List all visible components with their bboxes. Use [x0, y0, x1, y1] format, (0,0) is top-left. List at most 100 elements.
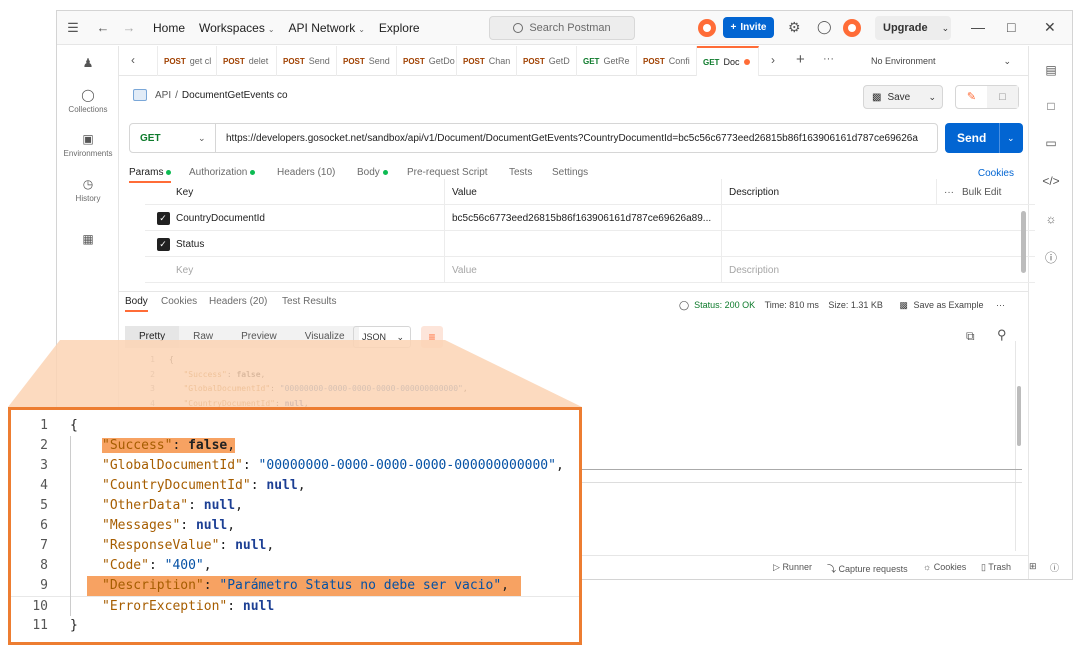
tab-response-body[interactable]: Body — [125, 296, 148, 312]
tab-request-8[interactable]: GET GetRe — [577, 46, 637, 76]
param-value[interactable]: bc5c56c6773eed26815b86f163906161d787ce69… — [445, 205, 722, 231]
search-icon[interactable]: ⚲ — [997, 327, 1007, 343]
code-icon[interactable]: </> — [1029, 174, 1072, 188]
tab-request-2[interactable]: POST delet — [217, 46, 277, 76]
view-preview[interactable]: Preview — [227, 326, 291, 348]
sidebar-item-history[interactable]: ◷ History — [57, 177, 119, 203]
nav-workspaces[interactable]: Workspaces ⌄ — [199, 21, 275, 35]
sidebar-item-team[interactable]: ♟ — [57, 56, 119, 73]
method-select[interactable]: GET ⌄ — [130, 124, 216, 152]
comments-icon[interactable]: ▭ — [1029, 136, 1072, 150]
url-input[interactable]: https://developers.gosocket.net/sandbox/… — [216, 133, 937, 144]
wrap-lines-icon[interactable]: ≡ — [421, 326, 443, 348]
tab-request-6[interactable]: POST Chan — [457, 46, 517, 76]
param-key[interactable]: CountryDocumentId — [169, 205, 445, 231]
chevron-left-icon[interactable]: ‹ — [131, 53, 135, 67]
postman-orb-icon[interactable] — [698, 19, 716, 37]
code-text: { — [169, 355, 174, 364]
tab-authorization[interactable]: Authorization — [189, 167, 256, 178]
tab-body[interactable]: Body — [357, 167, 388, 178]
nav-explore[interactable]: Explore — [379, 21, 420, 35]
view-visualize[interactable]: Visualize — [290, 326, 359, 348]
breadcrumb-root[interactable]: API — [155, 90, 171, 101]
save-as-example-button[interactable]: Save as Example — [913, 300, 983, 310]
pencil-icon[interactable]: ✎ — [956, 86, 987, 108]
invite-button[interactable]: + Invite — [723, 17, 774, 38]
cookies-button[interactable]: ☼ Cookies — [923, 562, 966, 572]
gear-icon[interactable]: ⚙ — [788, 19, 801, 36]
search-box[interactable]: Search Postman — [489, 16, 635, 40]
send-divider — [999, 123, 1000, 153]
more-tabs-icon[interactable]: ··· — [823, 53, 834, 65]
params-scrollbar[interactable] — [1021, 211, 1026, 273]
copy-icon[interactable]: ⧉ — [966, 329, 975, 344]
comment-icon[interactable]: □ — [987, 86, 1018, 108]
key-placeholder[interactable]: Key — [169, 257, 445, 283]
view-raw[interactable]: Raw — [179, 326, 228, 348]
trash-button[interactable]: ▯ Trash — [981, 562, 1011, 573]
sidebar-item-environments[interactable]: ▣ Environments — [57, 132, 119, 158]
view-pretty[interactable]: Pretty — [125, 326, 180, 348]
cookies-link[interactable]: Cookies — [978, 168, 1014, 179]
save-button[interactable]: ▩ Save ⌄ — [863, 85, 943, 109]
forward-arrow-icon[interactable]: → — [119, 20, 139, 35]
back-arrow-icon[interactable]: ← — [93, 20, 113, 35]
tab-headers[interactable]: Headers (10) — [277, 167, 335, 178]
sidebar-item-collections[interactable]: ◯ Collections — [57, 88, 119, 114]
tab-response-headers[interactable]: Headers (20) — [209, 296, 267, 307]
environment-quick-look-icon[interactable]: ▤ — [1029, 63, 1072, 77]
response-status[interactable]: Status: 200 OK — [694, 300, 755, 310]
description-placeholder[interactable]: Description — [722, 257, 1035, 283]
chevron-right-icon[interactable]: › — [771, 53, 775, 67]
sidebar-item-apps[interactable]: ▦ — [57, 232, 119, 249]
bulk-edit-link[interactable]: ··· Bulk Edit — [937, 179, 1035, 205]
tab-response-cookies[interactable]: Cookies — [161, 296, 197, 307]
status-dot-icon — [382, 169, 388, 175]
nav-api-network[interactable]: API Network ⌄ — [289, 21, 365, 35]
tab-request-active[interactable]: GET Doc — [697, 46, 759, 76]
tab-request-5[interactable]: POST GetDo — [397, 46, 457, 76]
chevron-down-icon[interactable]: ⌄ — [1007, 133, 1015, 144]
environment-selector[interactable]: No Environment ⌄ — [861, 46, 1029, 76]
response-time[interactable]: Time: 810 ms — [765, 300, 819, 310]
send-button[interactable]: Send ⌄ — [945, 123, 1023, 153]
tab-settings[interactable]: Settings — [552, 167, 588, 178]
info-icon[interactable]: ⓘ — [1029, 249, 1072, 266]
documentation-icon[interactable]: □ — [1029, 99, 1072, 113]
nav-home[interactable]: Home — [153, 21, 185, 35]
tab-request-3[interactable]: POST Send — [277, 46, 337, 76]
capture-requests-button[interactable]: ⤵ Capture requests — [827, 562, 908, 575]
menu-icon[interactable]: ☰ — [63, 20, 83, 36]
value-placeholder[interactable]: Value — [445, 257, 722, 283]
param-key[interactable]: Status — [169, 231, 445, 257]
tab-request-4[interactable]: POST Send — [337, 46, 397, 76]
response-scrollbar[interactable] — [1017, 386, 1021, 446]
layout-icon[interactable]: ⊞ — [1029, 561, 1037, 572]
response-size[interactable]: Size: 1.31 KB — [828, 300, 883, 310]
upgrade-button[interactable]: Upgrade ⌄ — [875, 16, 951, 40]
tab-test-results[interactable]: Test Results — [282, 296, 336, 307]
tab-request-1[interactable]: POST get cl — [157, 46, 217, 76]
new-tab-plus-icon[interactable]: + — [796, 51, 805, 68]
close-icon[interactable]: ✕ — [1044, 19, 1056, 36]
tab-request-9[interactable]: POST Confi — [637, 46, 697, 76]
param-description[interactable] — [722, 205, 1035, 231]
format-select[interactable]: JSON ⌄ — [353, 326, 411, 348]
method-label: GET — [140, 132, 161, 144]
minimize-icon[interactable]: — — [971, 19, 985, 35]
tab-request-7[interactable]: POST GetD — [517, 46, 577, 76]
tab-tests[interactable]: Tests — [509, 167, 532, 178]
help-icon[interactable]: ⓘ — [1050, 561, 1059, 574]
avatar[interactable] — [843, 19, 861, 37]
more-icon[interactable]: ··· — [996, 300, 1005, 310]
breadcrumb-request-name[interactable]: DocumentGetEvents co — [182, 90, 288, 101]
param-description[interactable] — [722, 231, 1035, 257]
bell-icon[interactable]: ◯ — [817, 19, 832, 35]
lightbulb-icon[interactable]: ☼ — [1029, 212, 1072, 226]
save-label: Save — [887, 91, 911, 103]
maximize-icon[interactable]: □ — [1007, 19, 1015, 35]
runner-button[interactable]: ▷ Runner — [773, 562, 812, 573]
tab-pre-request-script[interactable]: Pre-request Script — [407, 167, 488, 178]
param-value[interactable] — [445, 231, 722, 257]
edit-toggle[interactable]: ✎ □ — [955, 85, 1019, 109]
